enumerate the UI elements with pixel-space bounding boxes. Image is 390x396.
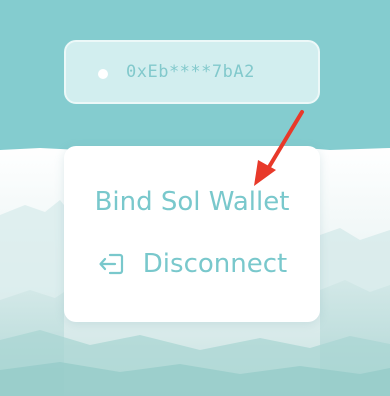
disconnect-button[interactable]: Disconnect	[64, 240, 320, 288]
wallet-address-button[interactable]: 0xEb****7bA2	[64, 40, 320, 104]
wallet-dropdown-menu: Bind Sol Wallet Disconnect	[64, 146, 320, 322]
bind-sol-wallet-label: Bind Sol Wallet	[94, 187, 290, 217]
logout-icon	[97, 249, 127, 279]
bind-sol-wallet-button[interactable]: Bind Sol Wallet	[64, 178, 320, 226]
disconnect-label: Disconnect	[142, 249, 288, 279]
status-dot-icon	[98, 69, 108, 79]
wallet-address: 0xEb****7bA2	[126, 62, 255, 82]
